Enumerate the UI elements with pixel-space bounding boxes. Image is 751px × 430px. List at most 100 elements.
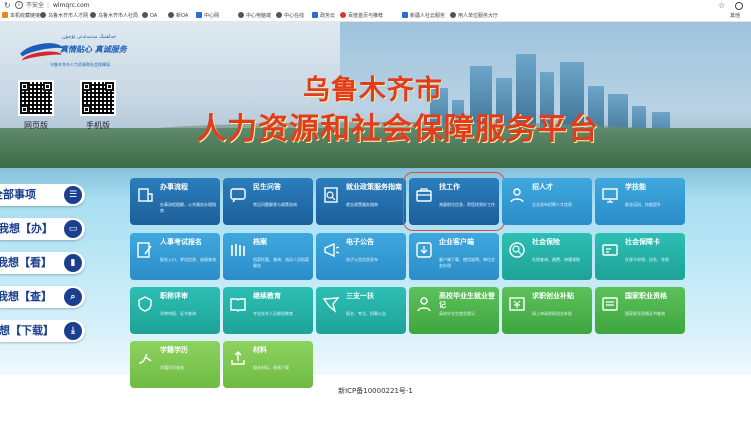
pencil-icon <box>136 241 154 259</box>
tile-description: 就业政策服务指南 <box>346 202 378 207</box>
graduate-icon <box>415 295 433 313</box>
page-title-line1: 乌鲁木齐市 <box>303 75 443 106</box>
service-tile[interactable]: 三支一扶 报名、考试、招募公告 <box>316 287 406 334</box>
upload-icon <box>229 349 247 367</box>
bookmarks-bar: 本机收藏链接 乌鲁木齐市人才网 乌鲁木齐市人社局 OA 新OA 中心网 中心电脑端 中心在线 政… <box>0 11 751 22</box>
tile-description: 社保查询、缴费、待遇领取 <box>532 257 580 262</box>
sidebar-item[interactable]: 我想【办】 ▭ <box>0 218 85 240</box>
bookmark-item[interactable]: 中心在线 <box>276 11 304 22</box>
service-tile[interactable]: 学技能 职业培训、技能提升 <box>595 178 685 225</box>
tile-description: 企业发布招聘人才信息 <box>532 202 572 207</box>
service-tile[interactable]: 就业政策服务指南 就业政策服务指南 <box>316 178 406 225</box>
browser-chrome: ↻ i 不安全 | wlmqrc.com ☆ 本机收藏链接 乌鲁木齐市人才网 乌鲁木… <box>0 0 751 22</box>
service-tile[interactable]: 人事考试报名 报名入口、考试信息、成绩查询 <box>130 233 220 280</box>
url-text[interactable]: wlmqrc.com <box>53 0 90 11</box>
service-tile[interactable]: 高校毕业生就业登记 高校毕业生就业登记 <box>409 287 499 334</box>
sidebar-item[interactable]: 我想【看】 ▮ <box>0 252 85 274</box>
service-tile[interactable]: 企业客户端 客户端下载、使用说明、单位业务办理 <box>409 233 499 280</box>
tile-title: 就业政策服务指南 <box>346 183 402 191</box>
bookmark-item[interactable]: 本机收藏链接 <box>2 11 40 22</box>
service-tile[interactable]: 办事流程办事流程图解，公共服务办理指南 <box>130 178 220 225</box>
tile-title: 社会保障卡 <box>625 238 660 246</box>
bookmark-item[interactable]: 乌鲁木齐市人才网 <box>40 11 88 22</box>
search-icon: ⌕ <box>64 288 82 306</box>
tile-title: 求职创业补贴 <box>532 292 574 300</box>
footer-icp[interactable]: 新ICP备10000221号-1 <box>0 386 751 396</box>
globe-icon <box>90 12 96 18</box>
service-tile[interactable]: 找工作 海量职位信息，帮您找到好工作 <box>403 172 505 231</box>
bookmark-item[interactable]: 新OA <box>168 11 188 22</box>
tile-title: 办事流程 <box>160 183 188 191</box>
megaphone-icon <box>322 241 340 259</box>
bookmark-item[interactable]: 百度首页与推荐 <box>340 11 383 22</box>
tile-title: 高校毕业生就业登记 <box>439 292 495 309</box>
service-tile[interactable]: 学籍学历 学籍学历查询 <box>130 341 220 388</box>
doc-icon <box>402 12 408 18</box>
reload-icon[interactable]: ↻ <box>4 0 11 11</box>
star-icon[interactable]: ☆ <box>718 0 725 11</box>
tile-title: 学籍学历 <box>160 346 188 354</box>
service-tile[interactable]: 国家职业资格 国家职业资格证书查询 <box>595 287 685 334</box>
monitor-icon: ▭ <box>64 220 82 238</box>
service-tile[interactable]: 社会保险 社保查询、缴费、待遇领取 <box>502 233 592 280</box>
address-bar[interactable]: ↻ i 不安全 | wlmqrc.com ☆ <box>0 0 751 11</box>
bookmark-label: 新疆人社云服务 <box>410 13 446 19</box>
bookmark-label: 中心网 <box>204 13 220 19</box>
bookmark-label: 中心在线 <box>284 13 305 19</box>
card-icon <box>601 241 619 259</box>
service-tile[interactable]: 职称评审评审申报、证书查询 <box>130 287 220 334</box>
sidebar-item-label: 我想【下载】 <box>0 324 54 337</box>
service-tile[interactable]: 材料 相关材料、表格下载 <box>223 341 313 388</box>
globe-icon <box>238 12 244 18</box>
download-box-icon <box>415 241 433 259</box>
sidebar-item-label: 全部事项 <box>0 188 36 201</box>
screen-icon <box>601 186 619 204</box>
folder-icon <box>2 12 8 18</box>
tile-description: 国家职业资格证书查询 <box>625 311 665 316</box>
service-tile[interactable]: 民生问答 常见问题解答与政策咨询 <box>223 178 313 225</box>
tile-description: 评审申报、证书查询 <box>160 311 196 316</box>
account-icon[interactable] <box>735 2 743 10</box>
sidebar-item[interactable]: 我想【查】 ⌕ <box>0 286 85 308</box>
building-icon <box>136 186 154 204</box>
service-tile[interactable]: 招人才 企业发布招聘人才信息 <box>502 178 592 225</box>
tile-title: 三支一扶 <box>346 292 374 300</box>
sidebar-item[interactable]: 我想【下载】 ⤓ <box>0 320 85 342</box>
other-bookmarks[interactable]: 其他 <box>730 11 740 22</box>
globe-icon <box>40 12 46 18</box>
tile-description: 相关材料、表格下载 <box>253 365 289 370</box>
bookmark-item[interactable]: 中心电脑端 <box>238 11 271 22</box>
tile-title: 国家职业资格 <box>625 292 667 300</box>
globe-icon <box>450 12 456 18</box>
person-icon <box>508 186 526 204</box>
bookmark-item[interactable]: 新疆人社云服务 <box>402 11 445 22</box>
tile-title: 学技能 <box>625 183 646 191</box>
sidebar-item[interactable]: 全部事项 ☰ <box>0 184 85 206</box>
separator: | <box>47 2 50 9</box>
service-tile[interactable]: 求职创业补贴 网上申请求职创业补贴 <box>502 287 592 334</box>
tile-title: 职称评审 <box>160 292 188 300</box>
bookmark-label: 乌鲁木齐市人社局 <box>98 13 139 19</box>
info-icon[interactable]: i <box>15 1 23 9</box>
globe-icon <box>168 12 174 18</box>
bookmark-label: 本机收藏链接 <box>10 13 41 19</box>
site-logo[interactable]: خەلقنىڭ مەنپەئەتى ئۈچۈن 真情贴心 真诚服务 乌鲁木齐市人… <box>16 34 128 76</box>
qr-code-mobile-icon <box>80 80 116 116</box>
red-icon <box>340 12 346 18</box>
tile-description: 专业技术人员继续教育 <box>253 311 293 316</box>
service-tile[interactable]: 社会保障卡 社保卡申领、挂失、补换 <box>595 233 685 280</box>
service-tile[interactable]: 继续教育 专业技术人员继续教育 <box>223 287 313 334</box>
bookmark-item[interactable]: 政务云 <box>312 11 335 22</box>
bookmark-item[interactable]: OA <box>142 11 157 22</box>
service-tile[interactable]: 电子公告 电子公告信息发布 <box>316 233 406 280</box>
sidebar-item-label: 我想【看】 <box>0 256 52 269</box>
tile-title: 电子公告 <box>346 238 374 246</box>
tile-description: 办事流程图解，公共服务办理指南 <box>160 202 216 213</box>
download-icon: ⤓ <box>64 322 82 340</box>
service-tile[interactable]: 档案 档案托管、查询、流动人员档案服务 <box>223 233 313 280</box>
logo-slogan: 真情贴心 真诚服务 <box>60 45 127 54</box>
bookmark-label: 百度首页与推荐 <box>348 13 384 19</box>
bookmark-item[interactable]: 乌鲁木齐市人社局 <box>90 11 138 22</box>
bookmark-item[interactable]: 中心网 <box>196 11 219 22</box>
bookmark-item[interactable]: 用人单位服务大厅 <box>450 11 498 22</box>
